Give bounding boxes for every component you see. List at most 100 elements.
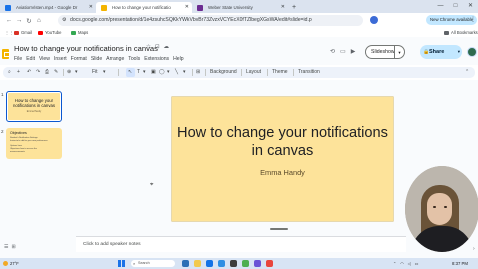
new-tab-button[interactable]: + xyxy=(288,2,300,13)
mail-icon[interactable] xyxy=(218,260,225,267)
share-button[interactable]: 🔒 Share ▾ xyxy=(420,45,462,59)
search-menus-icon[interactable]: ⌕ xyxy=(8,67,11,78)
chrome-icon[interactable] xyxy=(242,260,249,267)
slides-logo-icon[interactable] xyxy=(2,49,10,59)
slideshow-dropdown-icon[interactable]: ▾ xyxy=(394,46,404,59)
battery-icon[interactable]: ▭ xyxy=(415,258,419,269)
document-title[interactable]: How to change your notifications in canv… xyxy=(14,44,158,53)
theme-button[interactable]: Theme xyxy=(272,67,288,78)
show-hidden-icon[interactable]: ⌃ xyxy=(393,258,396,269)
reload-icon[interactable]: ↻ xyxy=(24,17,34,25)
browser-menu-icon[interactable]: ⋮ xyxy=(470,13,476,28)
filmstrip-view-icon[interactable]: ☰ xyxy=(4,244,8,250)
slide-thumbnail-1[interactable]: How to change your notifications in canv… xyxy=(6,91,62,122)
undo-icon[interactable]: ↶ xyxy=(27,67,31,78)
notes-resize-handle[interactable] xyxy=(270,228,288,230)
windows-taskbar: 27°F ⌕ Search ⌃ ◠ ◁ ▭ 8:37 PM xyxy=(0,258,478,269)
select-arrow-icon[interactable]: ↖ xyxy=(128,67,132,78)
home-icon[interactable]: ⌂ xyxy=(34,17,44,24)
bookmark-maps[interactable]: Maps xyxy=(71,28,88,37)
slide-thumbnail-2[interactable]: Objectives Student's Notification Settin… xyxy=(6,128,62,159)
forward-arrow-icon[interactable]: → xyxy=(14,17,24,24)
store-icon[interactable] xyxy=(230,260,237,267)
weather-widget[interactable]: 27°F xyxy=(3,258,19,269)
slideshow-button[interactable]: Slideshow ▾ xyxy=(365,45,405,59)
browser-tab-slides[interactable]: How to change your notificatio ✕ xyxy=(96,2,192,13)
wifi-icon[interactable]: ◠ xyxy=(400,258,403,269)
new-slide-icon[interactable]: + xyxy=(17,67,20,78)
shape-dropdown-icon[interactable]: ▾ xyxy=(167,67,170,78)
account-avatar[interactable] xyxy=(467,47,477,57)
print-icon[interactable]: ⎙ xyxy=(45,67,49,78)
image-icon[interactable]: ▣ xyxy=(151,67,156,78)
edge-browser-icon[interactable] xyxy=(206,260,213,267)
menu-format[interactable]: Format xyxy=(71,56,87,62)
history-icon[interactable]: ⟲ xyxy=(330,48,335,55)
zoom-dropdown-icon[interactable]: ▾ xyxy=(75,67,78,78)
menu-arrange[interactable]: Arrange xyxy=(106,56,124,62)
redo-icon[interactable]: ↷ xyxy=(36,67,40,78)
presenter-eye xyxy=(444,206,447,208)
zoom-fit-chevron-icon[interactable]: ▾ xyxy=(103,67,106,78)
apps-grid-icon[interactable]: ⋮⋮ xyxy=(5,28,13,37)
browser-tab-drive[interactable]: AviationVisten.mp4 - Google Dr ✕ xyxy=(0,2,96,13)
recorder-icon[interactable] xyxy=(266,260,273,267)
menu-view[interactable]: View xyxy=(39,56,50,62)
line-icon[interactable]: ╲ xyxy=(175,67,178,78)
minimize-button[interactable]: — xyxy=(433,0,448,13)
volume-icon[interactable]: ◁ xyxy=(408,258,411,269)
paint-format-icon[interactable]: ✎ xyxy=(54,67,58,78)
site-info-icon[interactable]: ⚙ xyxy=(62,15,66,26)
close-tab-icon[interactable]: ✕ xyxy=(281,2,285,13)
bookmark-youtube[interactable]: YouTube xyxy=(38,28,61,37)
teams-icon[interactable] xyxy=(254,260,261,267)
zoom-icon[interactable]: ⊕ xyxy=(67,67,71,78)
menu-tools[interactable]: Tools xyxy=(128,56,140,62)
text-box-dropdown-icon[interactable]: ▾ xyxy=(143,67,146,78)
cloud-saved-icon[interactable]: ☁ xyxy=(164,44,170,50)
comment-icon[interactable]: ⊞ xyxy=(196,67,200,78)
background-button[interactable]: Background xyxy=(210,67,237,78)
slide-subtitle[interactable]: Emma Handy xyxy=(172,168,393,177)
menu-file[interactable]: File xyxy=(14,56,22,62)
transition-button[interactable]: Transition xyxy=(298,67,320,78)
menu-edit[interactable]: Edit xyxy=(26,56,35,62)
close-tab-icon[interactable]: ✕ xyxy=(185,2,189,13)
url-field[interactable]: ⚙ docs.google.com/presentation/d/1e4zsuh… xyxy=(58,15,363,26)
layout-button[interactable]: Layout xyxy=(246,67,261,78)
zoom-fit-select[interactable]: Fit xyxy=(92,67,98,78)
meet-icon[interactable]: ▶ xyxy=(351,48,356,55)
line-dropdown-icon[interactable]: ▾ xyxy=(183,67,186,78)
filmstrip-view-controls: ☰ ⊞ xyxy=(4,244,16,250)
speaker-notes[interactable]: Click to add speaker notes xyxy=(76,236,406,252)
share-dropdown-icon[interactable]: ▾ xyxy=(458,45,460,59)
comments-icon[interactable]: ▭ xyxy=(340,48,346,55)
task-view-icon[interactable] xyxy=(182,260,189,267)
menu-slide[interactable]: Slide xyxy=(91,56,102,62)
back-arrow-icon[interactable]: ← xyxy=(4,17,14,24)
file-explorer-icon[interactable] xyxy=(194,260,201,267)
collapse-toolbar-icon[interactable]: ⌃ xyxy=(465,67,469,78)
move-folder-icon[interactable]: ⊡ xyxy=(155,44,160,50)
menu-help[interactable]: Help xyxy=(173,56,183,62)
slide-title[interactable]: How to change your notifications in canv… xyxy=(172,124,393,160)
maximize-button[interactable]: □ xyxy=(448,0,463,13)
current-slide[interactable]: How to change your notifications in canv… xyxy=(172,97,393,221)
taskbar-search-box[interactable]: ⌕ Search xyxy=(131,260,175,267)
youtube-icon xyxy=(38,30,43,35)
shape-icon[interactable]: ◯ xyxy=(159,67,165,78)
text-box-icon[interactable]: T xyxy=(137,67,140,78)
menu-insert[interactable]: Insert xyxy=(54,56,67,62)
close-tab-icon[interactable]: ✕ xyxy=(89,2,93,13)
close-window-button[interactable]: ✕ xyxy=(463,0,478,13)
windows-start-icon[interactable] xyxy=(118,260,125,267)
taskbar-clock[interactable]: 8:37 PM xyxy=(452,258,468,269)
browser-tab-weber[interactable]: Weber State University ✕ xyxy=(192,2,288,13)
slide-number: 1 xyxy=(1,92,4,97)
bookmark-gmail[interactable]: Gmail xyxy=(14,28,32,37)
grid-view-icon[interactable]: ⊞ xyxy=(11,244,15,250)
star-icon[interactable]: ☆ xyxy=(146,44,151,50)
all-bookmarks[interactable]: All Bookmarks xyxy=(444,28,478,37)
extension-icon[interactable] xyxy=(370,16,378,24)
menu-extensions[interactable]: Extensions xyxy=(144,56,169,62)
